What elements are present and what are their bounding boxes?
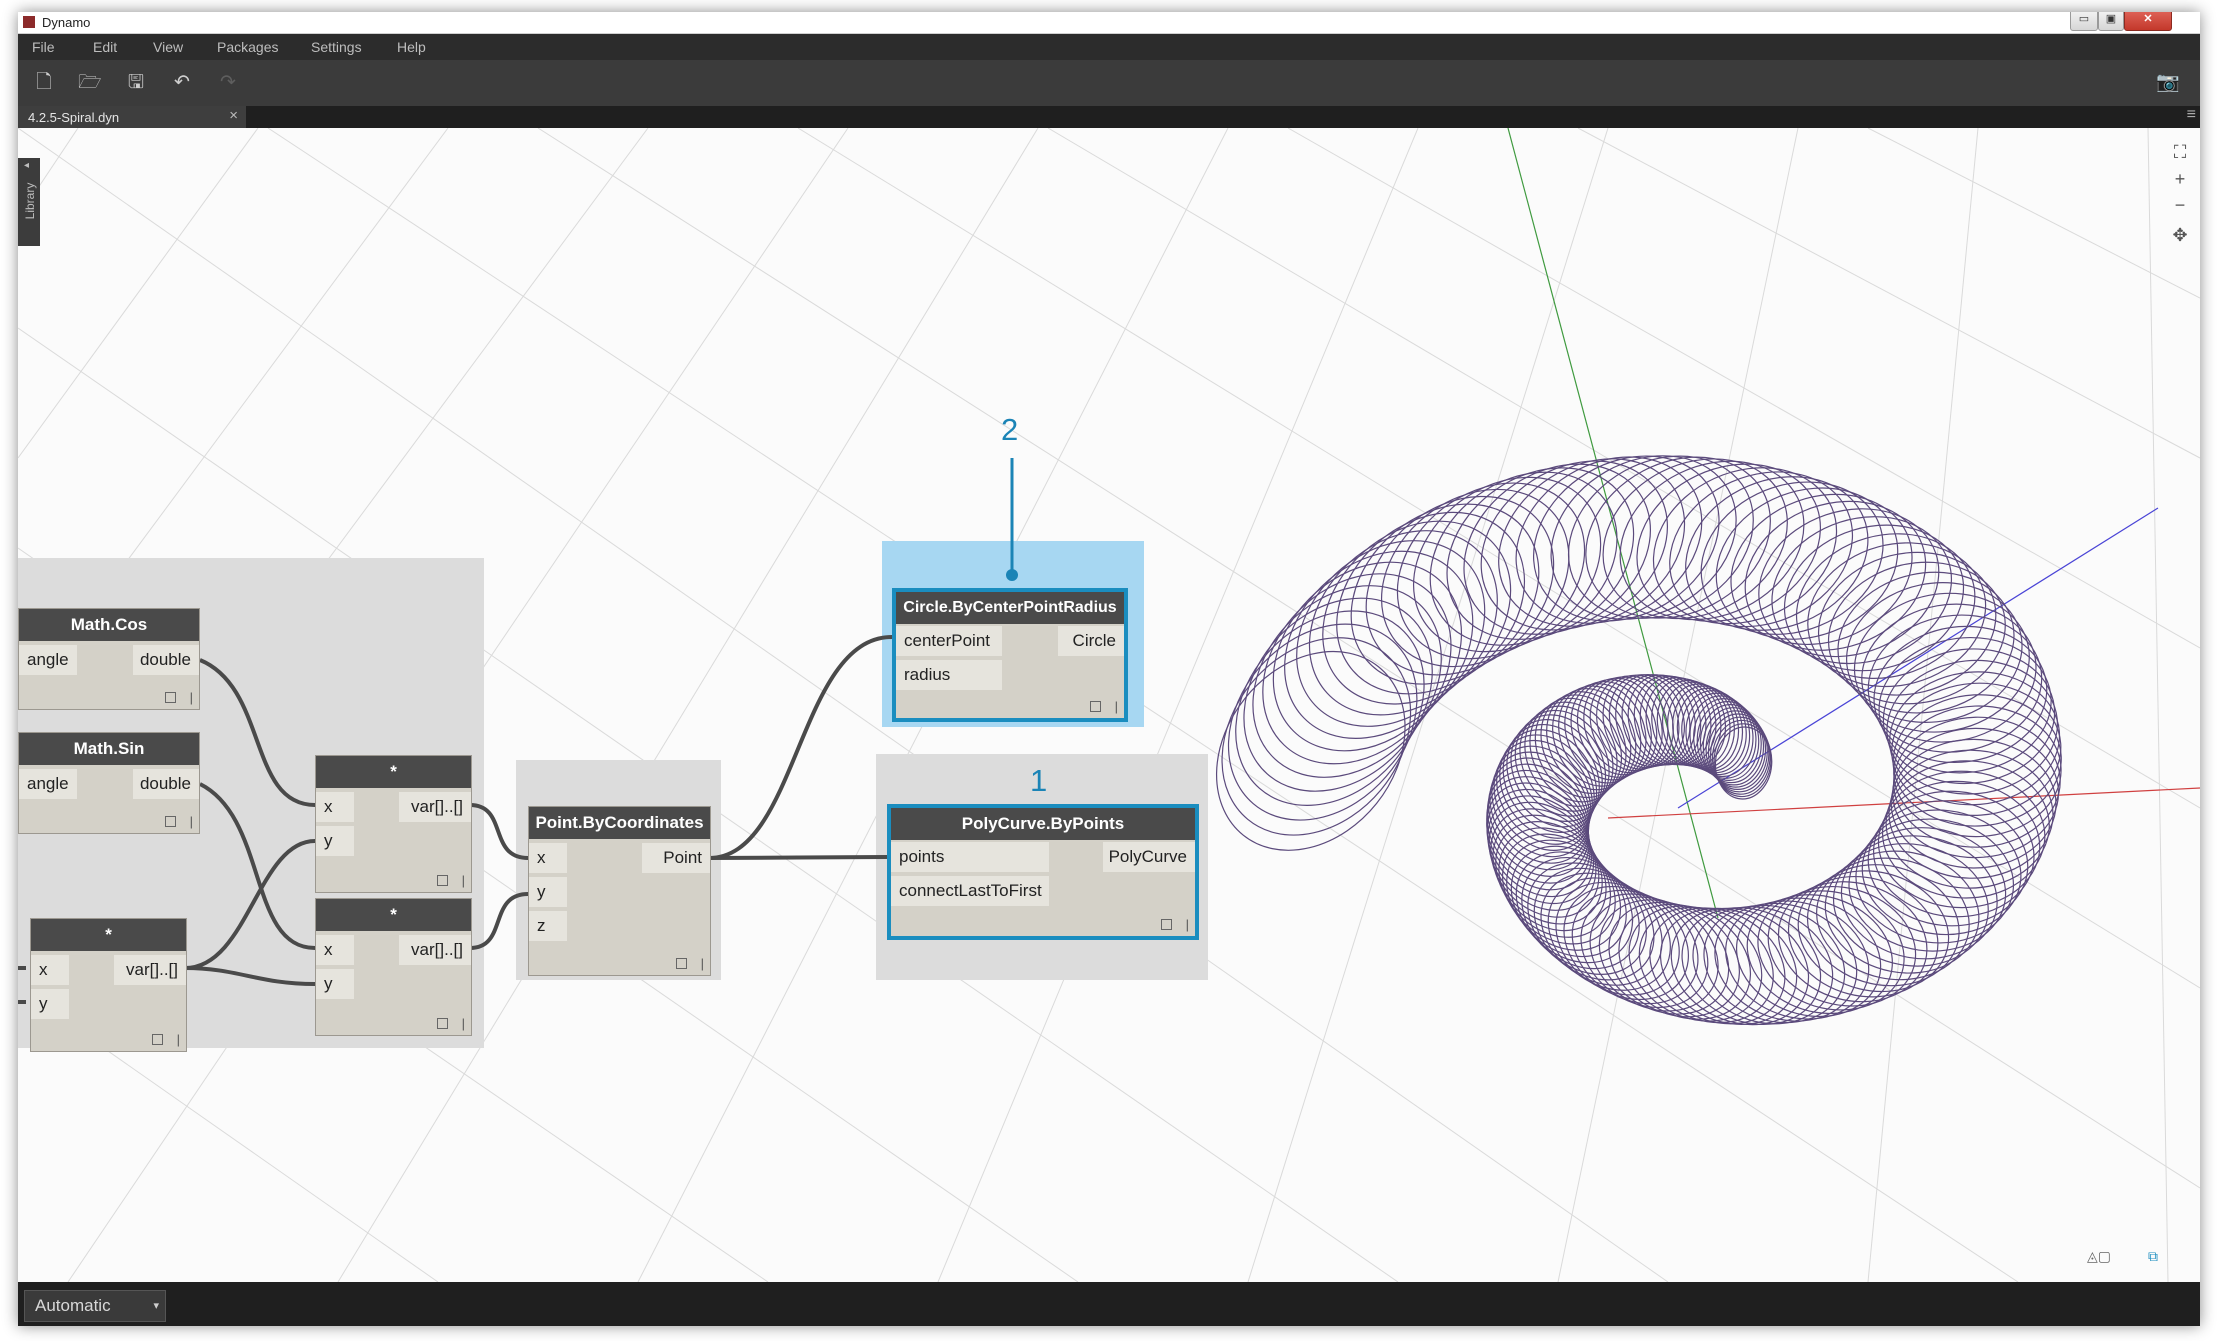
save-icon[interactable]: 🖫 bbox=[125, 72, 147, 94]
redo-icon[interactable]: ↷ bbox=[217, 72, 239, 94]
toolbar: 🗋 🗁 🖫 ↶ ↷ 📷 bbox=[18, 60, 2200, 106]
minimize-button[interactable]: ▭ bbox=[2070, 12, 2098, 31]
title-bar: Dynamo ▭ ▣ ✕ bbox=[18, 12, 2200, 34]
run-mode-select[interactable]: Automatic ▾ bbox=[24, 1290, 166, 1322]
menu-edit[interactable]: Edit bbox=[93, 39, 117, 55]
tab-menu-icon[interactable]: ≡ bbox=[2187, 106, 2196, 124]
menu-file[interactable]: File bbox=[32, 39, 55, 55]
callout-1: 1 bbox=[1030, 763, 1048, 798]
undo-icon[interactable]: ↶ bbox=[171, 72, 193, 94]
callout-2: 2 bbox=[1001, 412, 1019, 447]
restore-button[interactable]: ▣ bbox=[2098, 12, 2124, 31]
menu-bar: File Edit View Packages Settings Help bbox=[18, 34, 2200, 60]
menu-packages[interactable]: Packages bbox=[217, 39, 278, 55]
run-mode-value: Automatic bbox=[35, 1296, 111, 1315]
callout-leader bbox=[1006, 458, 1018, 581]
chevron-down-icon: ▾ bbox=[153, 1300, 159, 1312]
dynamo-logo-icon bbox=[23, 16, 35, 28]
geometry-view-toggle[interactable]: ◬▢ bbox=[2076, 1245, 2122, 1267]
open-file-icon[interactable]: 🗁 bbox=[78, 72, 102, 94]
camera-icon[interactable]: 📷 bbox=[2156, 72, 2180, 94]
tab-label: 4.2.5-Spiral.dyn bbox=[28, 110, 120, 125]
status-bar: Automatic ▾ bbox=[18, 1282, 2200, 1326]
dynamo-window: Dynamo ▭ ▣ ✕ File Edit View Packages Set… bbox=[18, 12, 2200, 1326]
tab-close-icon[interactable]: × bbox=[229, 107, 238, 124]
graph-view-toggle[interactable]: ⧉ bbox=[2130, 1245, 2176, 1267]
new-file-icon[interactable]: 🗋 bbox=[33, 72, 55, 94]
menu-help[interactable]: Help bbox=[397, 39, 426, 55]
window-title: Dynamo bbox=[42, 15, 91, 30]
tab-strip: 4.2.5-Spiral.dyn × ≡ bbox=[18, 106, 2200, 128]
workspace-canvas[interactable]: ◂ Library ⛶ + − ✥ Math.Cos angle double … bbox=[18, 128, 2200, 1282]
tab-spiral-file[interactable]: 4.2.5-Spiral.dyn × bbox=[18, 106, 246, 128]
menu-settings[interactable]: Settings bbox=[311, 39, 362, 55]
menu-view[interactable]: View bbox=[153, 39, 183, 55]
close-button[interactable]: ✕ bbox=[2124, 12, 2172, 31]
